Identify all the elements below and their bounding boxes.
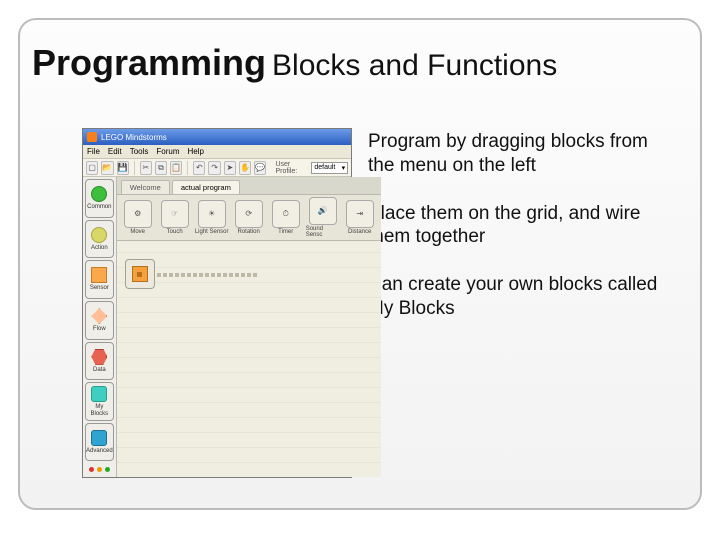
chevron-down-icon: ▾ (342, 164, 346, 172)
profile-select[interactable]: default ▾ (311, 162, 348, 174)
tray-distance-label: Distance (348, 229, 371, 235)
app-titlebar: LEGO Mindstorms (83, 129, 351, 145)
title-bold: Programming (32, 42, 266, 83)
palette-dots (85, 463, 114, 475)
palette-action-label: Action (91, 245, 108, 251)
tray-light[interactable]: ☀Light Sensor (195, 200, 229, 235)
tray-light-label: Light Sensor (195, 229, 229, 235)
app-title: LEGO Mindstorms (101, 133, 167, 142)
palette: Common Action Sensor Flow Data My Blocks… (83, 177, 117, 477)
slide-title: ProgrammingBlocks and Functions (32, 42, 557, 84)
bullet-2: Place them on the grid, and wire them to… (368, 202, 670, 250)
toolbar-new-icon[interactable]: ▢ (86, 161, 98, 175)
tray-sound-label: Sound Sensc (306, 226, 340, 238)
tray-sound[interactable]: 🔊Sound Sensc (306, 197, 340, 238)
menu-help[interactable]: Help (188, 147, 204, 156)
toolbar-sep2 (187, 161, 188, 175)
palette-sensor[interactable]: Sensor (85, 260, 114, 299)
palette-action[interactable]: Action (85, 220, 114, 259)
toolbar-undo-icon[interactable]: ↶ (193, 161, 205, 175)
tray-timer-label: Timer (278, 229, 293, 235)
toolbar-comment-icon[interactable]: 💬 (254, 161, 266, 175)
app-icon (87, 132, 97, 142)
tab-welcome-label: Welcome (130, 183, 161, 192)
tray-distance[interactable]: ⇥Distance (343, 200, 377, 235)
menu-file[interactable]: File (87, 147, 100, 156)
body-text: Program by dragging blocks from the menu… (368, 130, 670, 345)
palette-myblocks[interactable]: My Blocks (85, 382, 114, 421)
palette-data-label: Data (93, 367, 106, 373)
tray-touch[interactable]: ☞Touch (158, 200, 192, 235)
tray-rotation[interactable]: ⟳Rotation (232, 200, 266, 235)
profile-value: default (314, 164, 335, 171)
palette-flow[interactable]: Flow (85, 301, 114, 340)
bullet-1: Program by dragging blocks from the menu… (368, 130, 670, 178)
palette-data[interactable]: Data (85, 342, 114, 381)
toolbar-cut-icon[interactable]: ✂ (140, 161, 152, 175)
slide-frame: ProgrammingBlocks and Functions Program … (18, 18, 702, 510)
block-tray: ⚙Move ☞Touch ☀Light Sensor ⟳Rotation ⏱Ti… (117, 195, 381, 241)
program-start-block[interactable] (125, 259, 155, 289)
start-block-icon (132, 266, 148, 282)
tab-welcome[interactable]: Welcome (121, 180, 170, 194)
menu-forum[interactable]: Forum (156, 147, 179, 156)
palette-myblocks-label: My Blocks (86, 404, 113, 417)
palette-common-label: Common (87, 204, 111, 210)
tray-move-label: Move (130, 229, 145, 235)
palette-advanced[interactable]: Advanced (85, 423, 114, 462)
app-screenshot: LEGO Mindstorms File Edit Tools Forum He… (82, 128, 352, 478)
toolbar-hand-icon[interactable]: ✋ (239, 161, 251, 175)
toolbar-redo-icon[interactable]: ↷ (208, 161, 220, 175)
canvas[interactable] (117, 241, 381, 477)
toolbar-paste-icon[interactable]: 📋 (170, 161, 182, 175)
palette-advanced-label: Advanced (86, 448, 113, 454)
tab-bar: Welcome actual program (117, 177, 381, 195)
app-body: Common Action Sensor Flow Data My Blocks… (83, 177, 351, 477)
toolbar-open-icon[interactable]: 📂 (101, 161, 113, 175)
tray-rotation-label: Rotation (238, 229, 260, 235)
toolbar-copy-icon[interactable]: ⧉ (155, 161, 167, 175)
bullet-3: Can create your own blocks called My Blo… (368, 273, 670, 321)
palette-sensor-label: Sensor (90, 285, 109, 291)
sequence-rail (157, 273, 257, 277)
palette-flow-label: Flow (93, 326, 106, 332)
tray-timer[interactable]: ⏱Timer (269, 200, 303, 235)
toolbar-sep (134, 161, 135, 175)
app-menubar: File Edit Tools Forum Help (83, 145, 351, 159)
workarea: Welcome actual program ⚙Move ☞Touch ☀Lig… (117, 177, 381, 477)
tab-actual-program[interactable]: actual program (172, 180, 240, 194)
menu-edit[interactable]: Edit (108, 147, 122, 156)
app-toolbar: ▢ 📂 💾 ✂ ⧉ 📋 ↶ ↷ ➤ ✋ 💬 User Profile: defa… (83, 159, 351, 177)
tray-move[interactable]: ⚙Move (121, 200, 155, 235)
profile-label: User Profile: (275, 161, 308, 175)
tab-actual-program-label: actual program (181, 183, 231, 192)
toolbar-pointer-icon[interactable]: ➤ (224, 161, 236, 175)
menu-tools[interactable]: Tools (130, 147, 149, 156)
toolbar-save-icon[interactable]: 💾 (117, 161, 129, 175)
title-rest: Blocks and Functions (272, 49, 557, 82)
tray-touch-label: Touch (167, 229, 183, 235)
palette-common[interactable]: Common (85, 179, 114, 218)
